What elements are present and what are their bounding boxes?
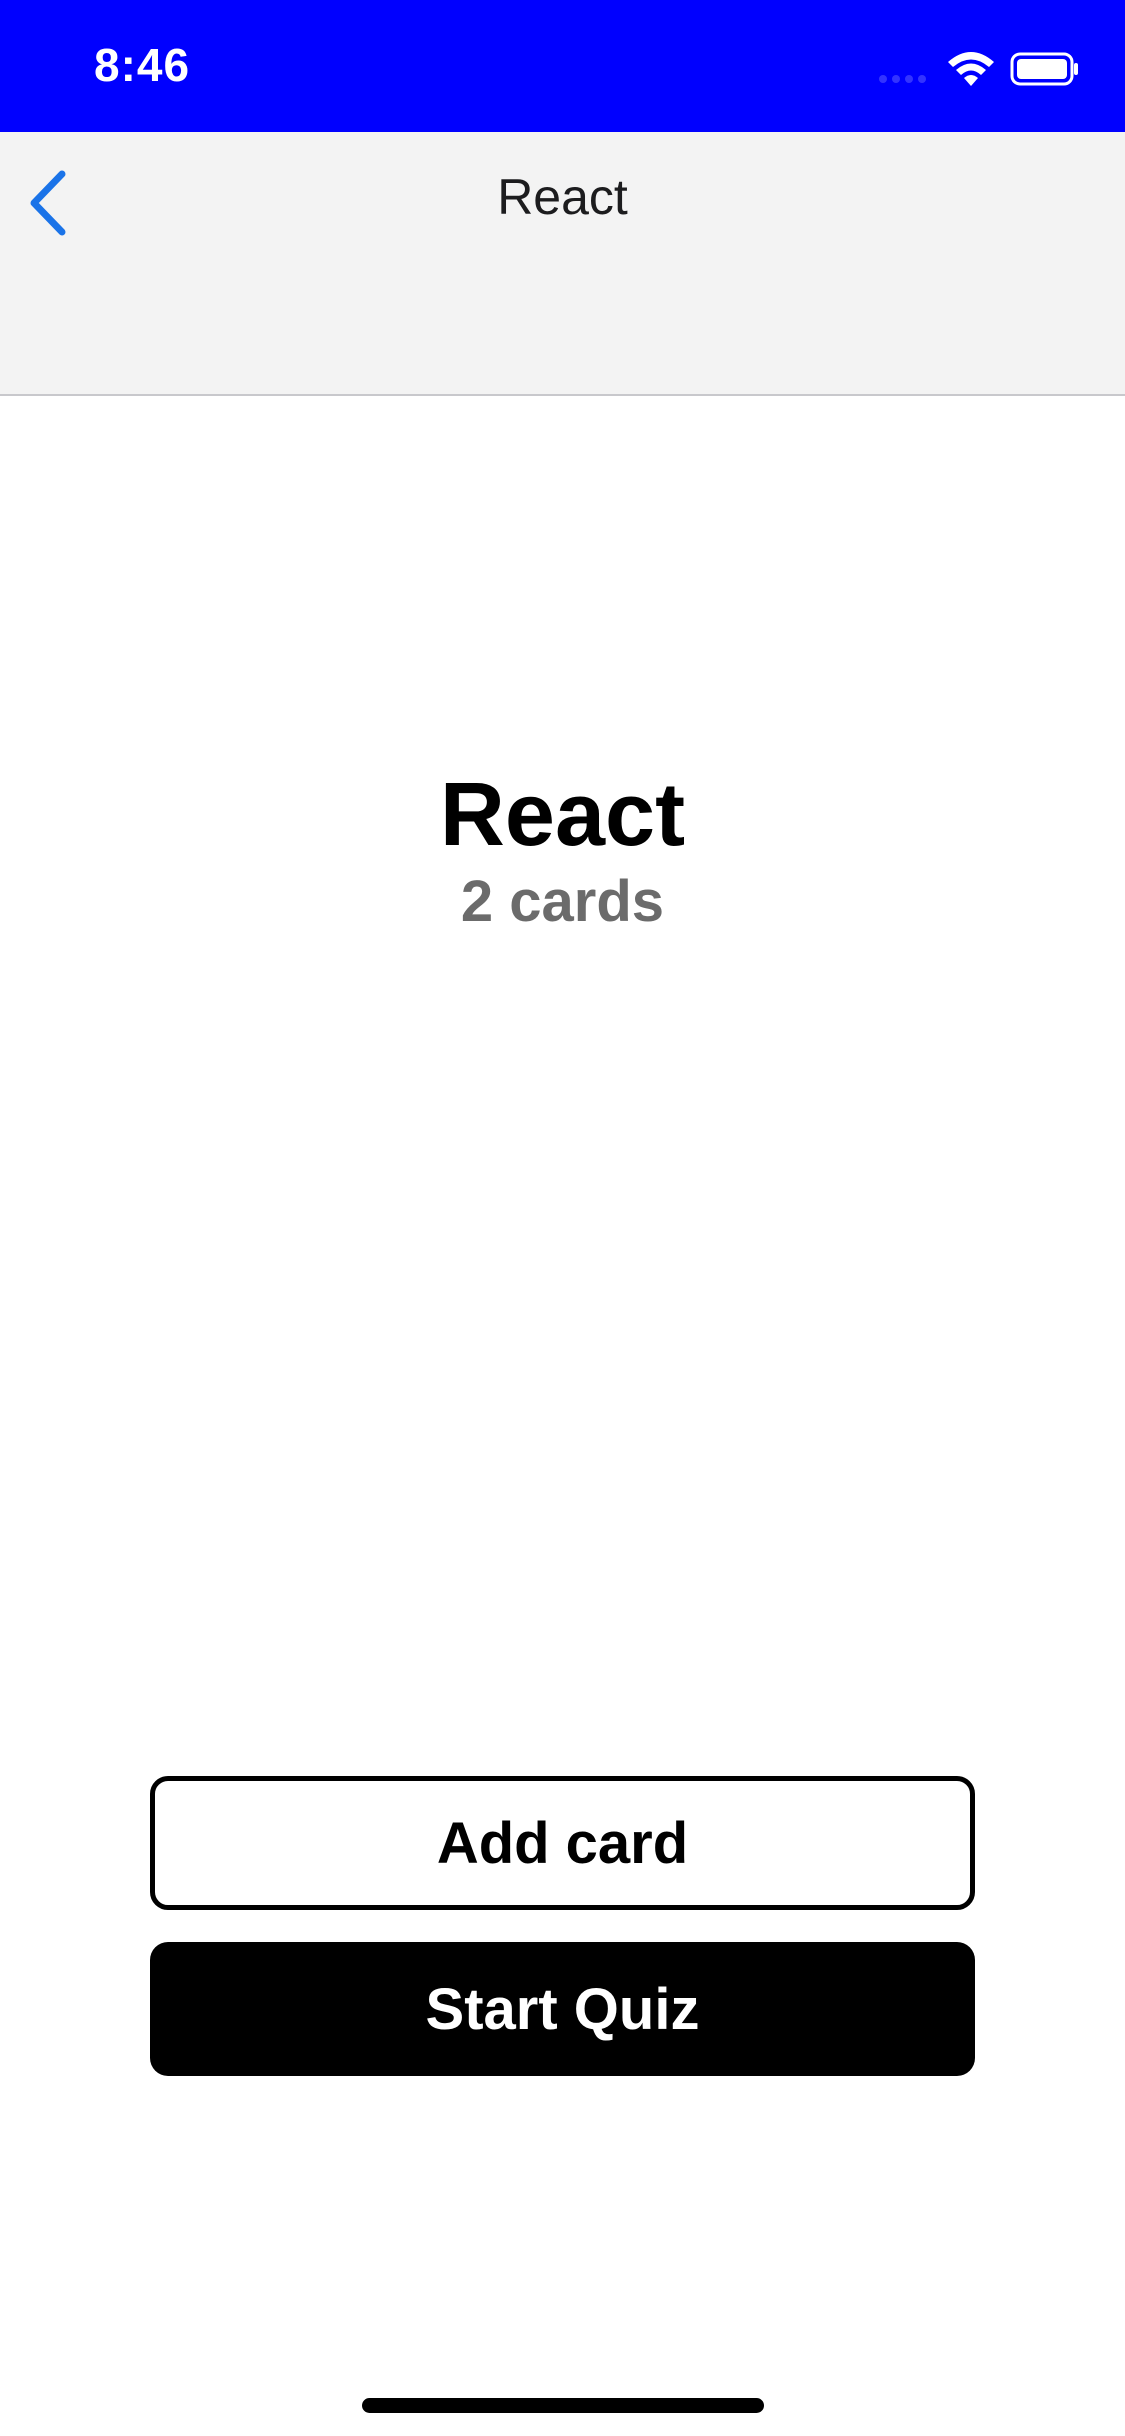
add-card-button[interactable]: Add card bbox=[150, 1776, 975, 1910]
battery-icon bbox=[1010, 52, 1078, 86]
deck-title: React bbox=[439, 765, 686, 865]
deck-card-count: 2 cards bbox=[460, 869, 665, 934]
wifi-icon bbox=[948, 52, 994, 86]
nav-title: React bbox=[497, 169, 628, 225]
home-indicator[interactable] bbox=[362, 2398, 764, 2413]
start-quiz-button[interactable]: Start Quiz bbox=[150, 1942, 975, 2076]
status-bar: 8:46 bbox=[0, 0, 1125, 132]
status-time: 8:46 bbox=[94, 39, 191, 91]
signal-icon bbox=[879, 75, 926, 83]
